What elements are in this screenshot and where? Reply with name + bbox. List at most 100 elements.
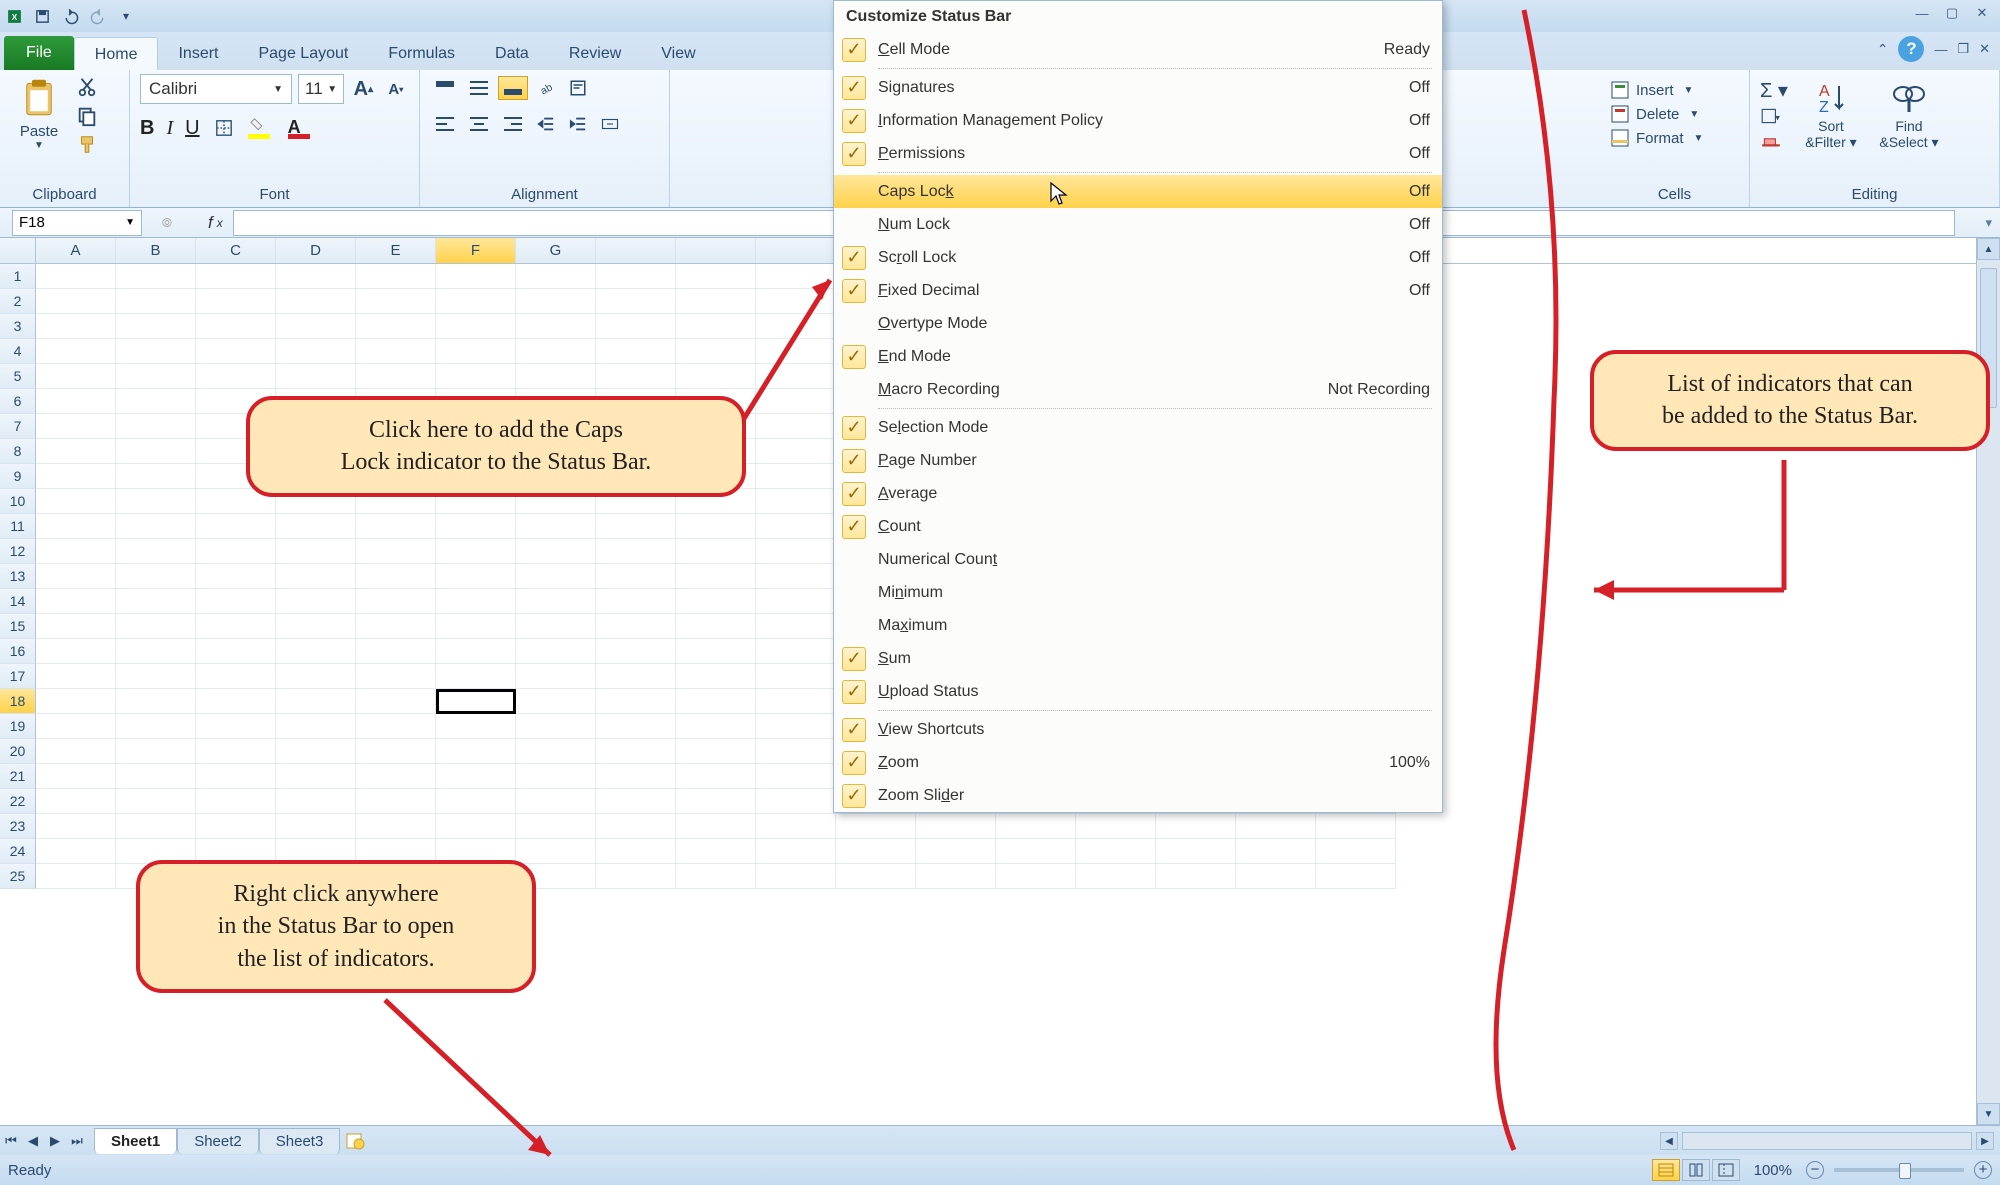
cell[interactable]: [756, 689, 836, 714]
cell[interactable]: [516, 539, 596, 564]
cell[interactable]: [356, 714, 436, 739]
menu-item[interactable]: ✓Information Management PolicyOff: [834, 104, 1442, 137]
cell[interactable]: [596, 739, 676, 764]
row-header[interactable]: 16: [0, 639, 36, 664]
row-header[interactable]: 7: [0, 414, 36, 439]
font-size-dropdown[interactable]: 11▼: [298, 74, 344, 104]
menu-item[interactable]: Maximum: [834, 609, 1442, 642]
cell[interactable]: [36, 489, 116, 514]
align-right-icon[interactable]: [498, 112, 528, 136]
cell[interactable]: [116, 689, 196, 714]
cell[interactable]: [276, 514, 356, 539]
cell[interactable]: [196, 514, 276, 539]
cell[interactable]: [1316, 839, 1396, 864]
cell[interactable]: [596, 339, 676, 364]
cell[interactable]: [436, 289, 516, 314]
cell[interactable]: [996, 814, 1076, 839]
cell[interactable]: [36, 739, 116, 764]
cell[interactable]: [1236, 814, 1316, 839]
wrap-text-icon[interactable]: [564, 74, 592, 102]
cell[interactable]: [516, 714, 596, 739]
cell[interactable]: [596, 314, 676, 339]
font-name-dropdown[interactable]: Calibri▼: [140, 74, 292, 104]
menu-item[interactable]: ✓End Mode: [834, 340, 1442, 373]
cell[interactable]: [436, 764, 516, 789]
cell[interactable]: [1316, 814, 1396, 839]
cell[interactable]: [436, 514, 516, 539]
menu-item[interactable]: Overtype Mode: [834, 307, 1442, 340]
row-header[interactable]: 20: [0, 739, 36, 764]
column-header[interactable]: F: [436, 238, 516, 263]
tab-nav-last-icon[interactable]: ⏭: [66, 1130, 88, 1152]
shrink-font-icon[interactable]: A▾: [383, 75, 409, 103]
menu-item[interactable]: ✓Zoom100%: [834, 746, 1442, 779]
cell[interactable]: [756, 564, 836, 589]
cell[interactable]: [356, 739, 436, 764]
fx-icon[interactable]: fx: [208, 213, 223, 233]
cell[interactable]: [516, 839, 596, 864]
cell[interactable]: [196, 764, 276, 789]
cell[interactable]: [516, 664, 596, 689]
cell[interactable]: [116, 314, 196, 339]
cell[interactable]: [356, 614, 436, 639]
row-header[interactable]: 4: [0, 339, 36, 364]
cell[interactable]: [516, 364, 596, 389]
increase-indent-icon[interactable]: [564, 110, 592, 138]
cell[interactable]: [36, 389, 116, 414]
column-header[interactable]: G: [516, 238, 596, 263]
align-left-icon[interactable]: [430, 112, 460, 136]
cell[interactable]: [916, 814, 996, 839]
cell[interactable]: [676, 664, 756, 689]
row-header[interactable]: 8: [0, 439, 36, 464]
file-tab[interactable]: File: [4, 36, 74, 70]
cell[interactable]: [116, 289, 196, 314]
cell[interactable]: [196, 564, 276, 589]
row-header[interactable]: 1: [0, 264, 36, 289]
row-header[interactable]: 18: [0, 689, 36, 714]
menu-item[interactable]: Macro RecordingNot Recording: [834, 373, 1442, 406]
cell[interactable]: [356, 364, 436, 389]
cell[interactable]: [276, 314, 356, 339]
cell[interactable]: [36, 564, 116, 589]
cell[interactable]: [596, 789, 676, 814]
menu-item[interactable]: ✓Fixed DecimalOff: [834, 274, 1442, 307]
row-header[interactable]: 23: [0, 814, 36, 839]
ribbon-minimize-icon[interactable]: ⌃: [1877, 41, 1889, 58]
menu-item[interactable]: Minimum: [834, 576, 1442, 609]
cell[interactable]: [276, 614, 356, 639]
cell[interactable]: [276, 564, 356, 589]
row-header[interactable]: 11: [0, 514, 36, 539]
cell[interactable]: [596, 714, 676, 739]
close-icon[interactable]: ✕: [1972, 4, 1992, 22]
cell[interactable]: [596, 689, 676, 714]
save-icon[interactable]: [28, 2, 56, 30]
cell[interactable]: [756, 614, 836, 639]
cell[interactable]: [356, 514, 436, 539]
cell[interactable]: [276, 664, 356, 689]
menu-item[interactable]: ✓Count: [834, 510, 1442, 543]
cell[interactable]: [196, 264, 276, 289]
cell[interactable]: [436, 264, 516, 289]
cell[interactable]: [676, 539, 756, 564]
cell[interactable]: [516, 289, 596, 314]
cell[interactable]: [436, 814, 516, 839]
cell[interactable]: [36, 864, 116, 889]
select-all-corner[interactable]: [0, 238, 36, 263]
new-sheet-icon[interactable]: [344, 1130, 366, 1152]
cell[interactable]: [276, 339, 356, 364]
cell[interactable]: [116, 589, 196, 614]
cell[interactable]: [436, 664, 516, 689]
cell[interactable]: [1236, 864, 1316, 889]
tab-page-layout[interactable]: Page Layout: [238, 37, 368, 70]
cell[interactable]: [516, 689, 596, 714]
tab-insert[interactable]: Insert: [158, 37, 238, 70]
cell[interactable]: [596, 839, 676, 864]
cell[interactable]: [1076, 864, 1156, 889]
row-header[interactable]: 3: [0, 314, 36, 339]
paste-button[interactable]: Paste ▼: [10, 74, 68, 151]
cell[interactable]: [596, 664, 676, 689]
cell[interactable]: [436, 564, 516, 589]
menu-item[interactable]: ✓Cell ModeReady: [834, 33, 1442, 66]
cell[interactable]: [196, 614, 276, 639]
cell[interactable]: [596, 264, 676, 289]
